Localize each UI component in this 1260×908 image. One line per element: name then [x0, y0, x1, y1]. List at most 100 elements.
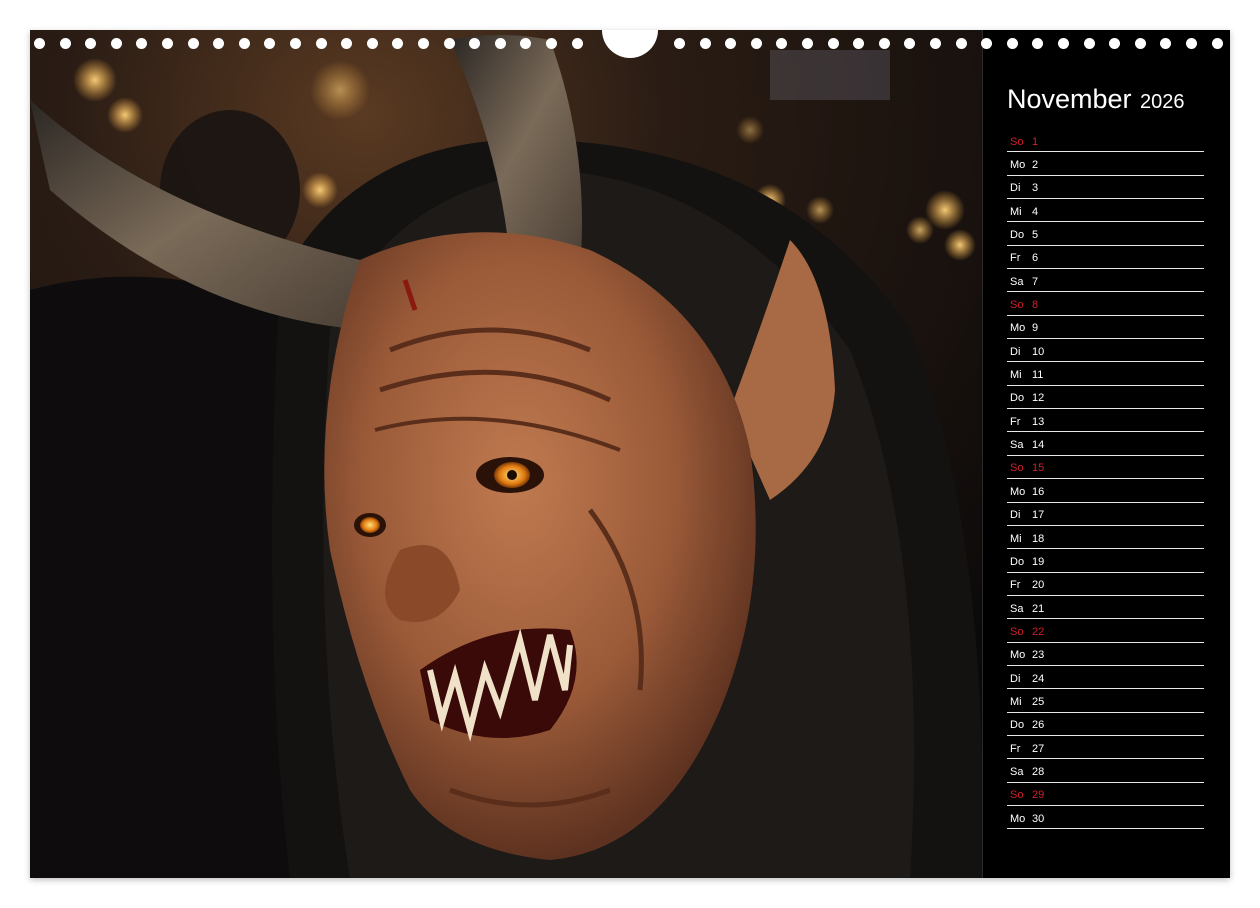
binding-hole: [162, 38, 173, 49]
binding-hole: [290, 38, 301, 49]
weekday-label: Mi: [1010, 369, 1022, 382]
binding-hole: [418, 38, 429, 49]
date-number: 10: [1032, 345, 1045, 358]
date-number: 16: [1032, 485, 1045, 498]
date-number: 25: [1032, 695, 1045, 708]
day-row: Do 19: [1007, 549, 1204, 573]
day-row: Sa 28: [1007, 759, 1204, 783]
day-row: Mi 4: [1007, 199, 1204, 223]
binding-hole: [59, 38, 71, 49]
date-number: 9: [1032, 322, 1039, 335]
binding-hole: [85, 38, 97, 49]
date-number: 26: [1032, 719, 1045, 732]
weekday-label: Fr: [1010, 579, 1021, 592]
weekday-label: Do: [1010, 719, 1025, 732]
weekday-label: Fr: [1010, 252, 1021, 265]
binding-hole: [341, 38, 353, 49]
date-number: 29: [1032, 789, 1045, 802]
panel-divider: [982, 30, 983, 878]
binding-hole: [878, 38, 890, 49]
binding-hole: [494, 38, 506, 49]
binding-hole: [1211, 38, 1223, 49]
weekday-label: Mo: [1010, 485, 1026, 498]
day-row: So 22: [1007, 619, 1204, 643]
weekday-label: Mo: [1010, 159, 1026, 172]
date-number: 22: [1032, 625, 1045, 638]
binding-hole: [187, 38, 199, 49]
day-row: Fr 20: [1007, 573, 1204, 596]
weekday-label: Fr: [1010, 742, 1021, 755]
date-number: 6: [1032, 252, 1039, 265]
weekday-label: Mo: [1010, 812, 1026, 825]
weekday-label: Mi: [1010, 695, 1022, 708]
binding-hole: [1032, 38, 1044, 49]
weekday-label: Di: [1010, 182, 1021, 195]
binding-hole: [1186, 38, 1197, 49]
day-row: Do 5: [1007, 222, 1204, 246]
binding-hole: [1083, 38, 1095, 49]
date-number: 7: [1032, 275, 1039, 288]
weekday-label: Mo: [1010, 322, 1026, 335]
day-row: Sa 7: [1007, 269, 1204, 293]
day-row: Fr 27: [1007, 736, 1204, 760]
binding-hole: [571, 38, 583, 49]
date-number: 5: [1032, 229, 1039, 242]
weekday-label: So: [1010, 462, 1024, 475]
weekday-label: Di: [1010, 672, 1021, 685]
binding-hole: [136, 38, 148, 49]
date-number: 21: [1032, 602, 1045, 615]
binding-hole: [213, 38, 225, 49]
month-name: November: [1007, 84, 1132, 114]
day-row: Do 26: [1007, 713, 1204, 736]
weekday-label: Do: [1010, 555, 1025, 568]
weekday-label: Do: [1010, 392, 1025, 405]
day-list: So 1 Mo 2 Di 3 Mi 4 Do 5 Fr 6 Sa 7 So 8 Mo 9 Di 10 Mi 11 Do 12 F…: [1007, 129, 1204, 830]
binding-hole: [904, 38, 916, 49]
weekday-label: Sa: [1010, 439, 1024, 452]
weekday-label: Di: [1010, 345, 1021, 358]
day-row: Mo 2: [1007, 152, 1204, 176]
weekday-label: So: [1010, 789, 1024, 802]
weekday-label: Fr: [1010, 415, 1021, 428]
day-row: Mi 25: [1007, 689, 1204, 713]
date-number: 2: [1032, 159, 1039, 172]
weekday-label: Mi: [1010, 532, 1022, 545]
date-number: 17: [1032, 509, 1045, 522]
calendar-panel: November 2026 So 1 Mo 2 Di 3 Mi 4 Do 5 Fr 6 Sa 7 So 8 Mo…: [982, 30, 1230, 878]
binding-hole: [1058, 38, 1069, 49]
binding-hole: [238, 38, 250, 49]
binding-hole: [1006, 38, 1018, 49]
binding-hole: [264, 38, 276, 49]
month-year: 2026: [1140, 91, 1185, 113]
weekday-label: Sa: [1010, 275, 1024, 288]
date-number: 8: [1032, 299, 1039, 312]
binding-hole: [546, 38, 557, 49]
weekday-label: Di: [1010, 509, 1021, 522]
weekday-label: So: [1010, 625, 1024, 638]
date-number: 20: [1032, 579, 1045, 592]
date-number: 14: [1032, 439, 1045, 452]
day-row: So 8: [1007, 292, 1204, 316]
binding-hole: [853, 38, 865, 49]
day-row: Do 12: [1007, 386, 1204, 410]
day-row: Mo 23: [1007, 643, 1204, 666]
binding-hole: [1109, 38, 1121, 49]
weekday-label: Sa: [1010, 765, 1024, 778]
binding-hole: [725, 38, 737, 49]
binding-hole: [981, 38, 993, 49]
binding-hole: [1134, 38, 1146, 49]
binding-hole: [443, 38, 455, 49]
date-number: 24: [1032, 672, 1045, 685]
date-number: 23: [1032, 649, 1045, 662]
date-number: 18: [1032, 532, 1045, 545]
weekday-label: Mi: [1010, 205, 1022, 218]
day-row: Mo 16: [1007, 479, 1204, 503]
day-row: Di 24: [1007, 666, 1204, 690]
date-number: 13: [1032, 415, 1045, 428]
day-row: Mi 18: [1007, 526, 1204, 550]
date-number: 27: [1032, 742, 1045, 755]
day-row: So 1: [1007, 129, 1204, 153]
binding-hole: [802, 38, 813, 49]
day-row: Di 3: [1007, 176, 1204, 200]
date-number: 12: [1032, 392, 1045, 405]
